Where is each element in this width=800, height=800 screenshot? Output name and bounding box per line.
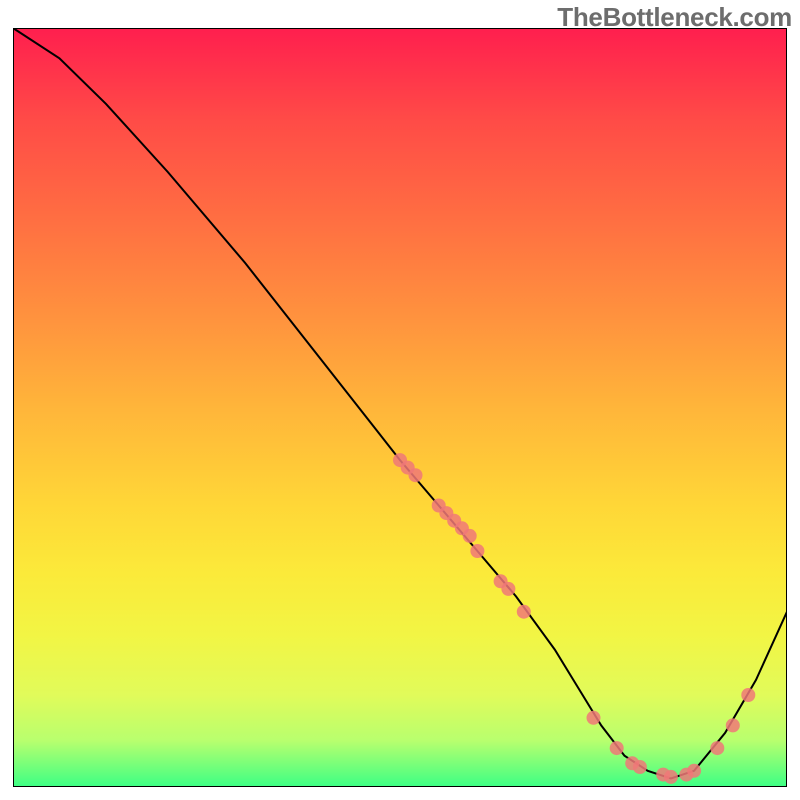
chart-background-gradient [13,28,787,786]
x-axis-line [13,786,787,787]
watermark-text: TheBottleneck.com [557,2,792,33]
y-axis-line [13,28,14,786]
